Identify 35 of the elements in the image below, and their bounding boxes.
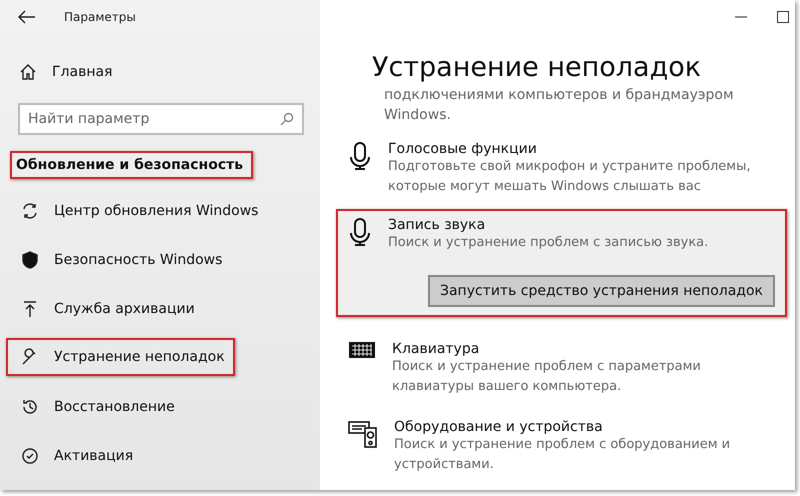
search-icon: [280, 112, 294, 126]
run-troubleshooter-button[interactable]: Запустить средство устранения неполадок: [428, 275, 775, 307]
troubleshooter-title: Оборудование и устройства: [394, 419, 604, 435]
troubleshooter-description: Поиск и устранение проблем с параметрами клавиатуры вашего компьютера.: [392, 358, 702, 396]
troubleshooter-description: Поиск и устранение проблем с оборудованием и устройствами.: [394, 436, 732, 474]
section-heading: Обновление и безопасность: [10, 151, 254, 179]
window-title: Параметры: [64, 10, 136, 24]
troubleshooter-description: Поиск и устранение проблем с записью звука.: [388, 234, 710, 252]
troubleshooter-description: Подготовьте свой микрофон и устраните проблемы, которые могут мешать Windows слышать вас: [388, 158, 752, 196]
microphone-icon: [348, 141, 372, 171]
troubleshooter-item[interactable]: Клавиатура Поиск и устранение проблем с параметрами клавиатуры вашего компьютера.: [336, 335, 787, 403]
troubleshooter-title: Голосовые функции: [388, 141, 538, 157]
keyboard-speaker-icon: [348, 419, 378, 449]
maximize-icon[interactable]: [777, 11, 789, 23]
search-field[interactable]: Найти параметр: [18, 103, 304, 135]
home-icon: [18, 62, 38, 82]
sidebar-item[interactable]: Служба архивации: [6, 285, 205, 332]
troubleshooter-panel[interactable]: Запись звука Поиск и устранение проблем с записью звука. Запустить средство устранения неполадок: [336, 209, 787, 317]
sidebar-item[interactable]: Безопасность Windows: [6, 236, 232, 283]
page-title: Устранение неполадок: [372, 52, 702, 83]
check-circle-icon: [20, 446, 40, 466]
intro-text: подключениями компьютеров и брандмауэром Windows.: [384, 86, 735, 125]
sidebar-item[interactable]: Активация: [6, 432, 144, 479]
microphone-icon: [348, 217, 372, 247]
keyboard-icon: [348, 341, 376, 359]
sidebar-item[interactable]: Устранение неполадок: [6, 338, 235, 376]
sidebar-item[interactable]: Центр обновления Windows: [6, 187, 268, 234]
back-arrow-icon[interactable]: [18, 10, 36, 24]
troubleshooter-title: Клавиатура: [392, 341, 480, 357]
shield-icon: [20, 250, 40, 270]
troubleshooter-item[interactable]: Голосовые функции Подготовьте свой микрофон и устраните проблемы, которые могут мешать Windows слышать вас: [336, 135, 787, 203]
sidebar-item[interactable]: Восстановление: [6, 383, 185, 430]
troubleshooter-item[interactable]: Оборудование и устройства Поиск и устранение проблем с оборудованием и устройствами.: [336, 413, 787, 481]
troubleshooter-title: Запись звука: [388, 217, 486, 233]
home-item[interactable]: Главная: [0, 48, 320, 95]
